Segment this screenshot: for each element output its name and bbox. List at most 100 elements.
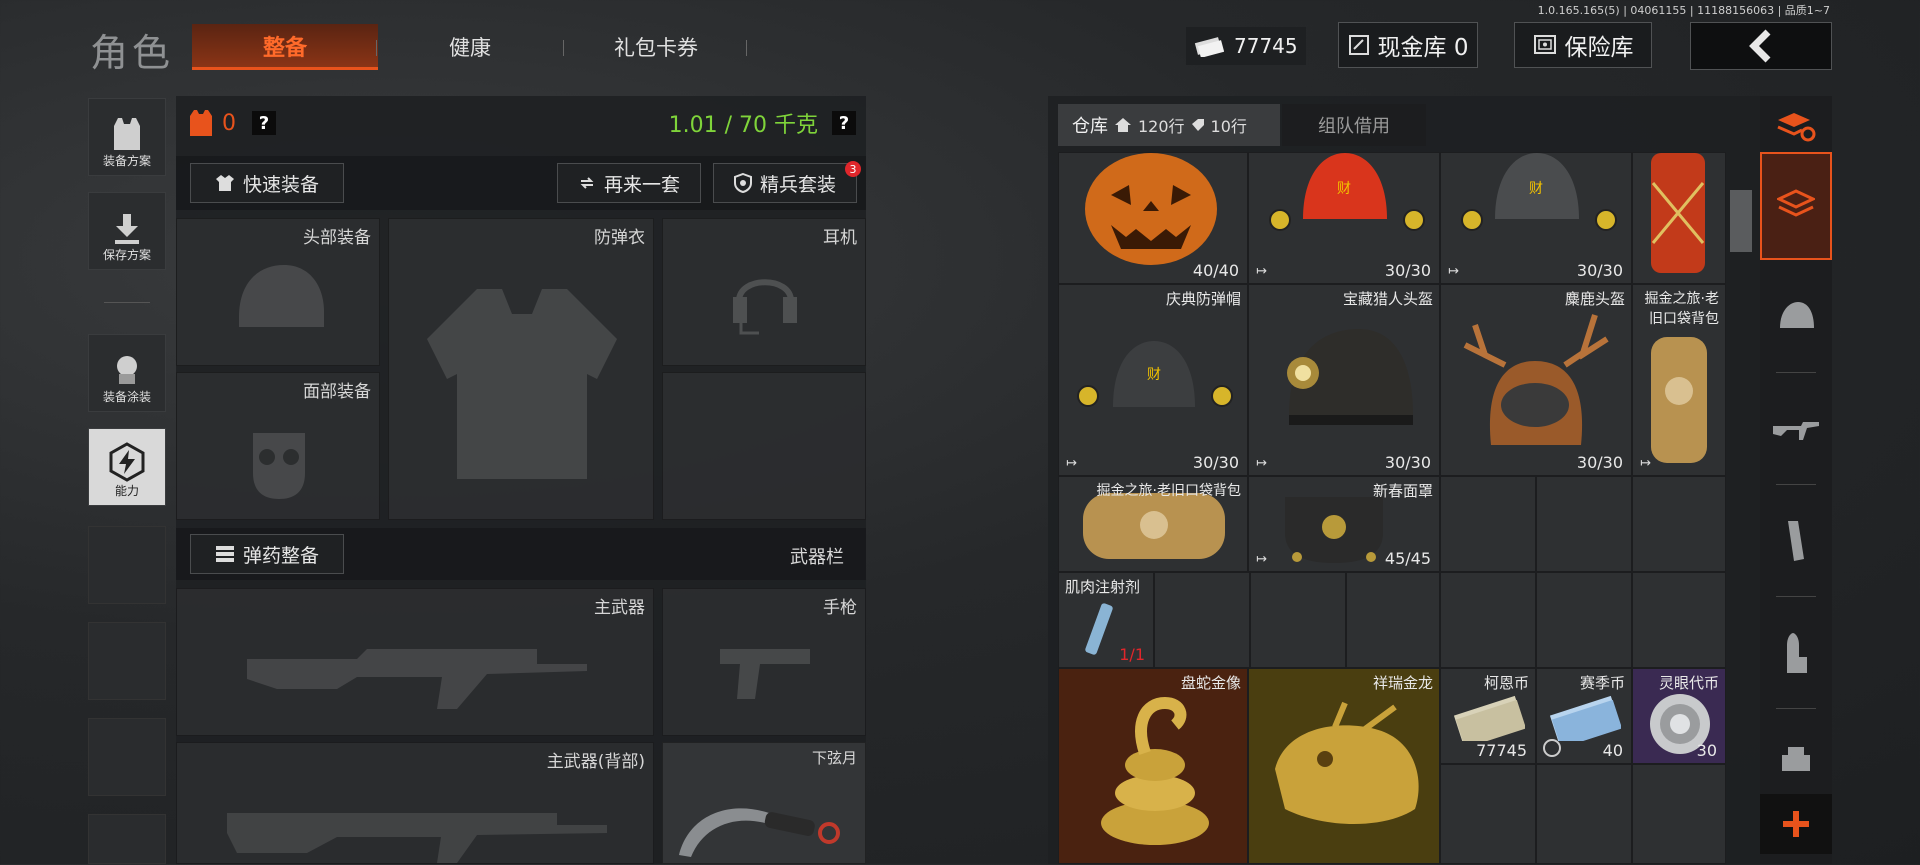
empty-cell[interactable]	[1154, 572, 1250, 668]
empty-sidebar-slot	[88, 526, 166, 604]
inventory-item[interactable]: 40/40	[1058, 152, 1248, 284]
ammo-tab[interactable]	[1760, 608, 1832, 698]
safe-button[interactable]: 保险库	[1514, 22, 1652, 68]
attachment-tab[interactable]	[1760, 718, 1832, 802]
save-plan-button[interactable]: 保存方案	[88, 192, 166, 270]
tab-health[interactable]: 健康	[380, 24, 560, 70]
sidebar-divider	[104, 302, 150, 303]
helmet-tab[interactable]	[1760, 270, 1832, 360]
empty-cell[interactable]	[1632, 764, 1726, 864]
empty-cell[interactable]	[1250, 572, 1346, 668]
face-slot-label: 面部装备	[303, 382, 371, 402]
inventory-item[interactable]: 灵眼代币 30	[1632, 668, 1726, 764]
empty-cell[interactable]	[1440, 476, 1536, 572]
item-count: 30/30	[1192, 453, 1239, 472]
back-button[interactable]	[1690, 22, 1832, 70]
export-icon: ↦	[1256, 264, 1267, 279]
empty-cell[interactable]	[1440, 764, 1536, 864]
inventory-item[interactable]: 新春面罩 ↦ 45/45	[1248, 476, 1440, 572]
inventory-item[interactable]: 盘蛇金像	[1058, 668, 1248, 864]
empty-cell[interactable]	[1536, 572, 1632, 668]
empty-gear-slot	[662, 372, 866, 520]
empty-cell[interactable]	[1536, 764, 1632, 864]
cash-stack-icon	[1453, 695, 1525, 741]
pistol-icon	[720, 649, 810, 699]
weapon-tab[interactable]	[1760, 386, 1832, 476]
scope-icon	[1782, 747, 1810, 771]
item-count: 1/1	[1119, 645, 1145, 664]
ammo-icon	[1787, 633, 1807, 673]
empty-cell[interactable]	[1632, 476, 1726, 572]
rifle-icon	[247, 649, 587, 709]
vest-slot[interactable]: 防弹衣	[388, 218, 654, 520]
cash-vault-button[interactable]: 现金库 0	[1338, 22, 1478, 68]
melee-slot[interactable]: 下弦月	[662, 742, 866, 864]
empty-cell[interactable]	[1536, 476, 1632, 572]
equip-paint-button[interactable]: 装备涂装	[88, 334, 166, 412]
inventory-item[interactable]: 柯恩币 77745	[1440, 668, 1536, 764]
tab-equip[interactable]: 整备	[192, 24, 378, 70]
layers-refresh-tab[interactable]	[1760, 98, 1832, 154]
inventory-item[interactable]: 掘金之旅·老旧口袋背包	[1058, 476, 1248, 572]
armor-help-button[interactable]: ?	[252, 111, 276, 135]
inventory-item[interactable]: 财 ↦ 30/30	[1440, 152, 1632, 284]
item-count: 77745	[1476, 741, 1527, 760]
helmet-icon: 财	[1113, 341, 1195, 407]
inventory-item[interactable]: 宝藏猎人头盔 ↦ 30/30	[1248, 284, 1440, 476]
backpack-icon	[1651, 153, 1705, 273]
inventory-item[interactable]: 财 ↦ 30/30	[1248, 152, 1440, 284]
empty-cell[interactable]	[1632, 572, 1726, 668]
coin-badge-icon	[1077, 385, 1099, 407]
tab-gift[interactable]: 礼包卡券	[566, 24, 746, 70]
pistol-slot[interactable]: 手枪	[662, 588, 866, 736]
item-name: 赛季币	[1579, 674, 1625, 692]
warehouse-tab-label: 仓库	[1072, 116, 1108, 137]
all-items-tab[interactable]	[1760, 152, 1832, 260]
layers-icon	[1777, 189, 1815, 217]
tab-divider	[746, 40, 747, 56]
bolt-hexagon-icon	[109, 442, 145, 482]
inventory-item[interactable]: 肌肉注射剂 1/1	[1058, 572, 1154, 668]
warehouse-rows-sub: 10行	[1210, 117, 1247, 136]
item-count: 40/40	[1192, 261, 1239, 280]
quick-equip-button[interactable]: 快速装备	[190, 163, 344, 203]
layers-refresh-icon	[1777, 113, 1816, 142]
headset-slot[interactable]: 耳机	[662, 218, 866, 366]
ammo-prep-button[interactable]: 弹药整备	[190, 534, 344, 574]
rifle-icon	[227, 813, 607, 863]
chevron-left-icon	[1749, 29, 1771, 63]
add-tab[interactable]	[1760, 794, 1832, 854]
rifle-icon	[1773, 422, 1819, 440]
quick-equip-label: 快速装备	[242, 173, 319, 196]
inventory-item[interactable]: 祥瑞金龙	[1248, 668, 1440, 864]
face-slot[interactable]: 面部装备	[176, 372, 380, 520]
pistol-label: 手枪	[823, 598, 857, 618]
tab-health-label: 健康	[449, 36, 491, 60]
again-button[interactable]: 再来一套	[557, 163, 701, 203]
elite-set-button[interactable]: 精兵套装	[713, 163, 857, 203]
primary-back-slot[interactable]: 主武器(背部)	[176, 742, 654, 864]
warehouse-tab[interactable]: 仓库 120行 10行	[1058, 104, 1280, 146]
ability-button[interactable]: 能力	[88, 428, 166, 506]
primary-back-label: 主武器(背部)	[546, 752, 645, 772]
inventory-item[interactable]: 庆典防弹帽 财 ↦ 30/30	[1058, 284, 1248, 476]
item-count: 30/30	[1576, 261, 1623, 280]
deer-helmet-icon	[1463, 314, 1609, 445]
primary-weapon-slot[interactable]: 主武器	[176, 588, 654, 736]
team-borrow-tab[interactable]: 组队借用	[1282, 104, 1426, 146]
equip-plan-button[interactable]: 装备方案	[88, 98, 166, 176]
mask-icon	[253, 433, 305, 499]
tab-divider	[376, 40, 377, 56]
inventory-item[interactable]: 掘金之旅·老旧口袋背包 ↦	[1632, 284, 1726, 476]
head-slot[interactable]: 头部装备	[176, 218, 380, 366]
inventory-scrollbar[interactable]	[1730, 190, 1752, 252]
inventory-item[interactable]: 麋鹿头盔 30/30	[1440, 284, 1632, 476]
magazine-tab[interactable]	[1760, 496, 1832, 586]
inventory-item[interactable]: 赛季币 40	[1536, 668, 1632, 764]
empty-cell[interactable]	[1440, 572, 1536, 668]
inventory-item[interactable]	[1632, 152, 1726, 284]
weight-help-button[interactable]: ?	[832, 111, 856, 135]
item-count: 30/30	[1384, 453, 1431, 472]
item-name: 祥瑞金龙	[1372, 674, 1433, 692]
empty-cell[interactable]	[1346, 572, 1440, 668]
